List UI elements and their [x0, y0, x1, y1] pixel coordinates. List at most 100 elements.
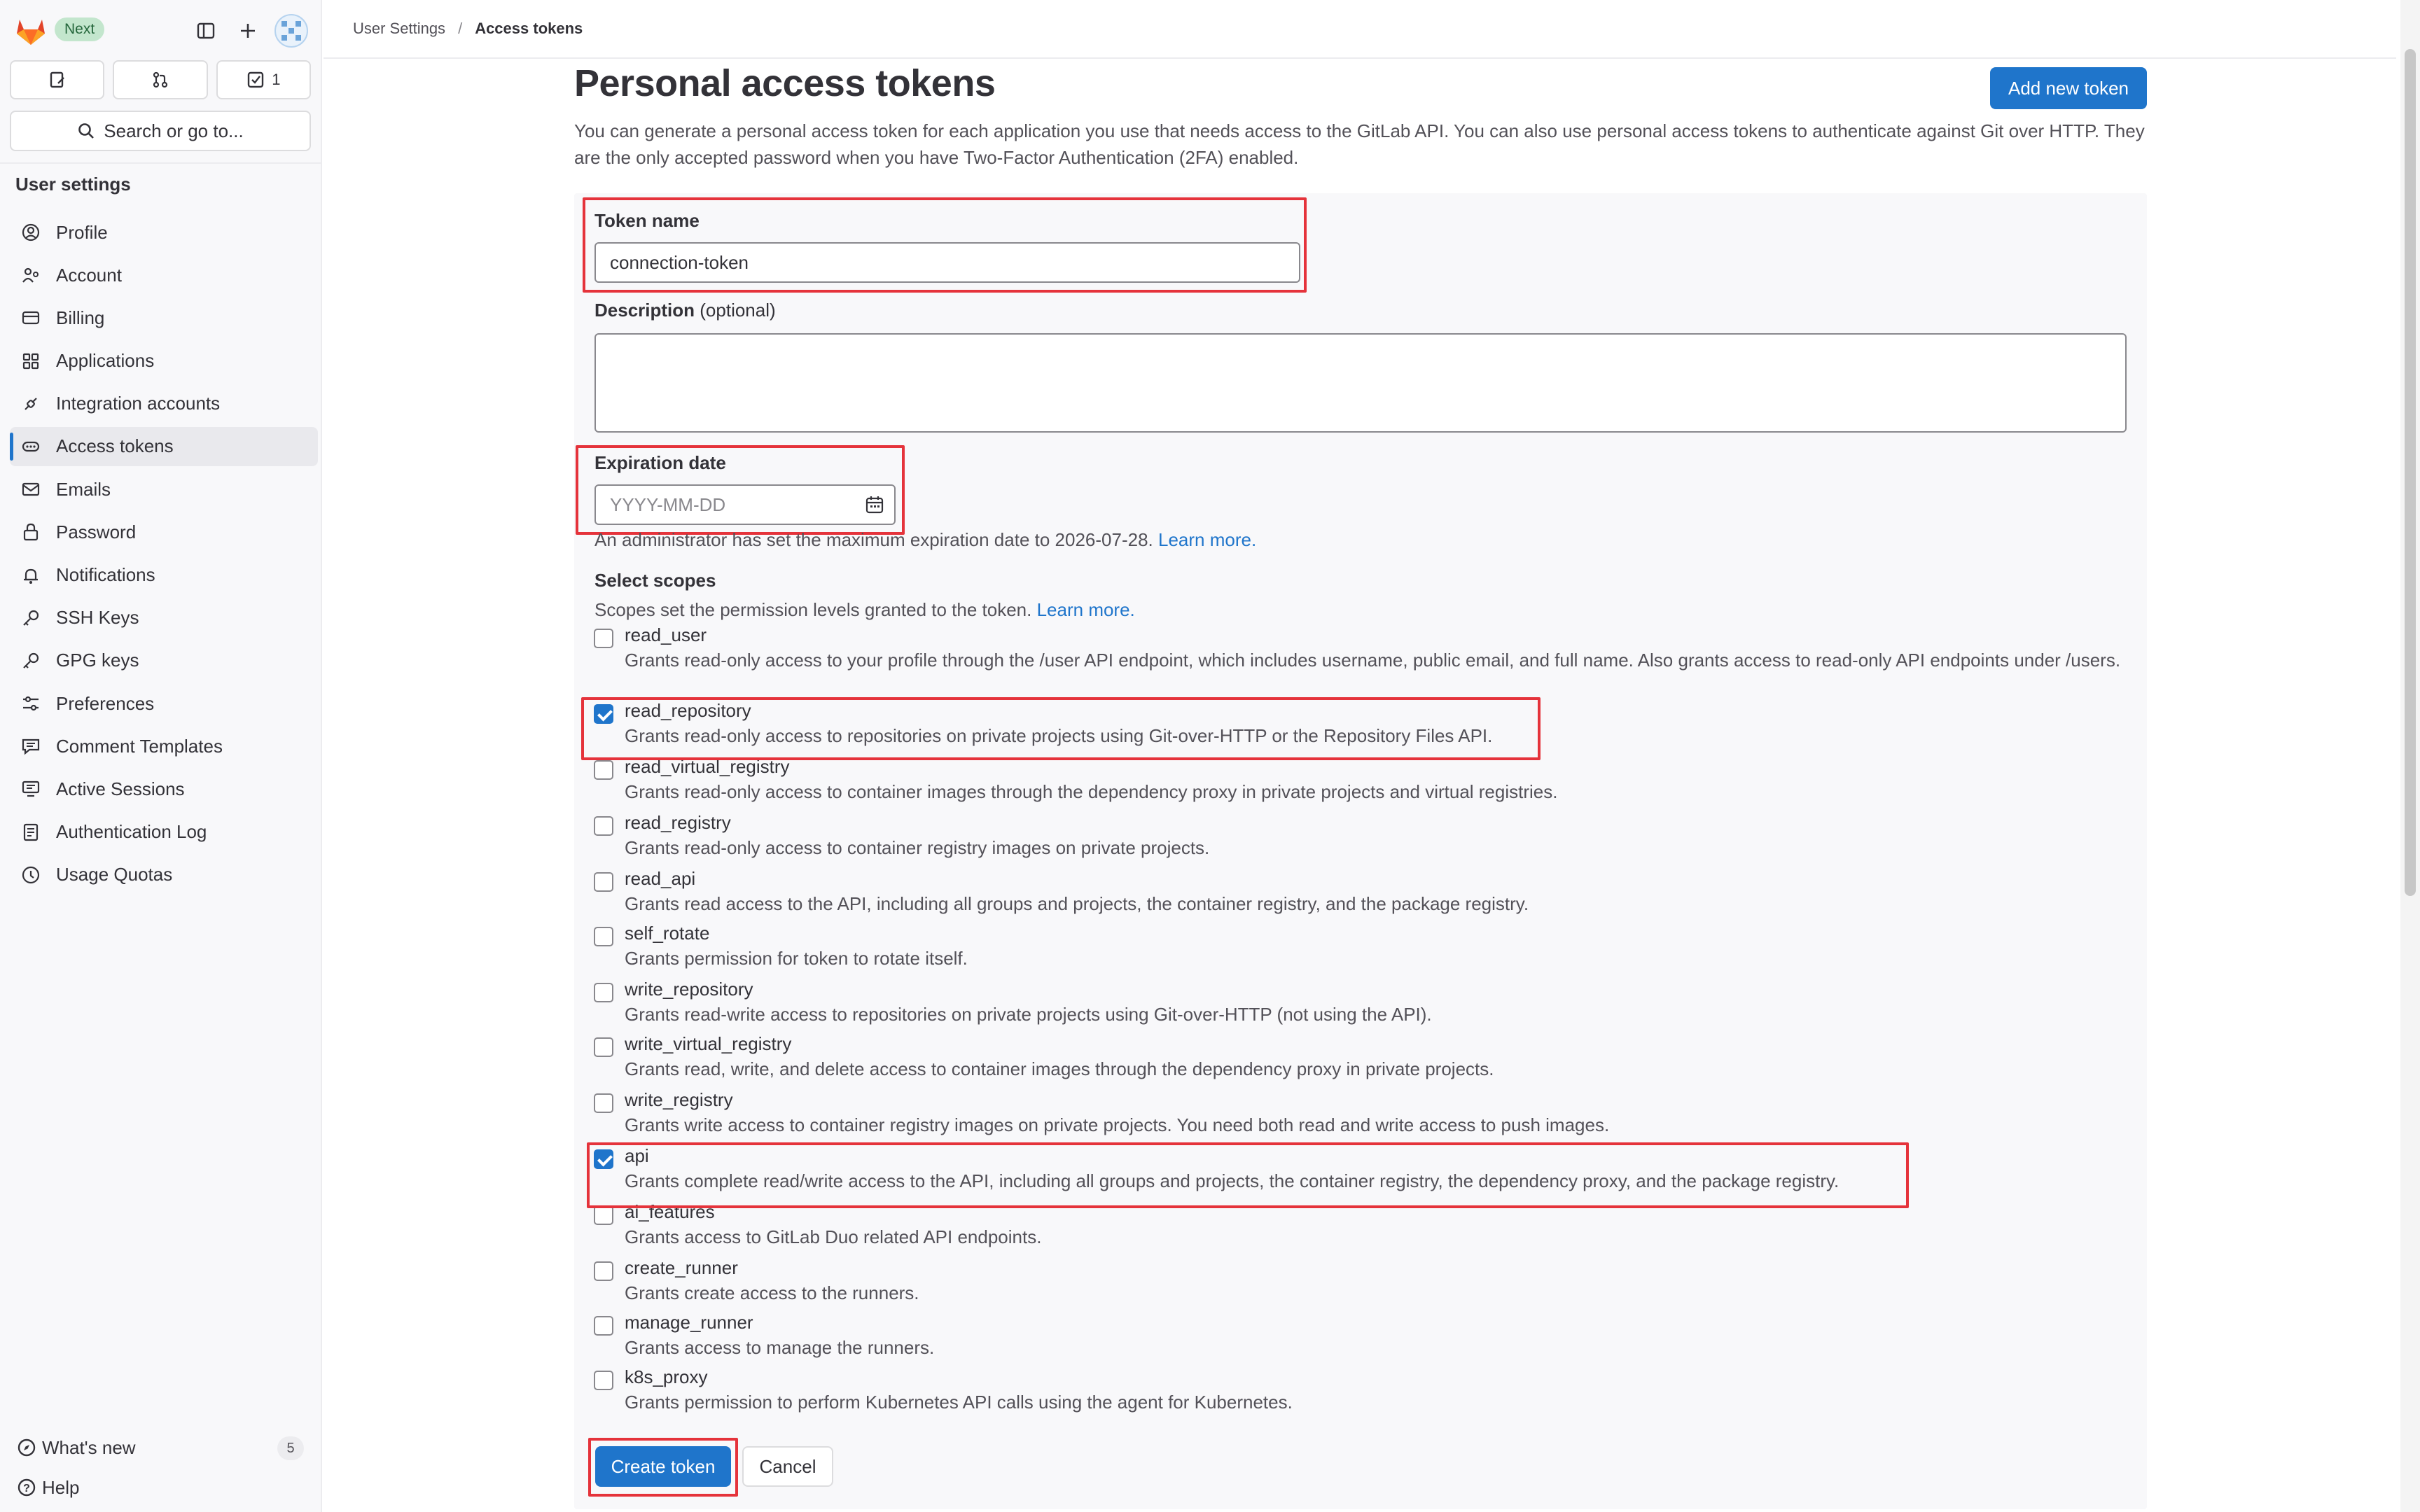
- search-icon: [78, 123, 95, 139]
- scope-description: Grants read access to the API, including…: [625, 893, 1529, 914]
- scope-name[interactable]: write_virtual_registry: [625, 1033, 791, 1055]
- scope-description: Grants complete read/write access to the…: [625, 1170, 1840, 1191]
- account-icon: [20, 264, 42, 286]
- scope-checkbox[interactable]: [594, 872, 613, 892]
- sidebar-item-gpg-keys[interactable]: GPG keys: [10, 641, 318, 680]
- page-description: You can generate a personal access token…: [574, 120, 2145, 168]
- comment-icon: [20, 735, 42, 757]
- scope-checkbox[interactable]: [594, 1261, 613, 1281]
- scope-name[interactable]: manage_runner: [625, 1312, 753, 1334]
- help-button[interactable]: ? Help: [17, 1474, 79, 1502]
- scope-name[interactable]: create_runner: [625, 1257, 738, 1279]
- svg-text:?: ?: [23, 1483, 30, 1494]
- sidebar-item-notifications[interactable]: Notifications: [10, 556, 318, 595]
- next-badge[interactable]: Next: [55, 18, 105, 41]
- sidebar-item-ssh-keys[interactable]: SSH Keys: [10, 598, 318, 638]
- breadcrumb-separator: /: [458, 20, 463, 37]
- sidebar-item-access-tokens[interactable]: Access tokens: [10, 426, 318, 466]
- quota-icon: [20, 864, 42, 886]
- sidebar-item-applications[interactable]: Applications: [10, 342, 318, 381]
- sidebar-item-account[interactable]: Account: [10, 255, 318, 295]
- search-button[interactable]: Search or go to...: [10, 111, 311, 151]
- integration-icon: [20, 393, 42, 415]
- scope-name[interactable]: read_user: [625, 624, 707, 646]
- whats-new-label: What's new: [42, 1436, 136, 1458]
- sidebar-item-active-sessions[interactable]: Active Sessions: [10, 769, 318, 808]
- scope-checkbox[interactable]: [594, 1149, 613, 1169]
- scope-checkbox[interactable]: [594, 704, 613, 724]
- scope-name[interactable]: read_registry: [625, 812, 731, 834]
- avatar[interactable]: [274, 14, 308, 48]
- scope-checkbox[interactable]: [594, 1205, 613, 1225]
- scope-name[interactable]: read_virtual_registry: [625, 756, 790, 778]
- description-optional: (optional): [700, 300, 776, 321]
- scrollbar-thumb[interactable]: [2405, 49, 2416, 896]
- scope-description: Grants read, write, and delete access to…: [625, 1058, 1494, 1079]
- sidebar-item-label: Integration accounts: [56, 393, 221, 414]
- description-input[interactable]: [594, 333, 2127, 433]
- sidebar-divider: [0, 162, 322, 164]
- whats-new-button[interactable]: What's new 5: [17, 1434, 304, 1462]
- scopes-learn-more-link[interactable]: Learn more.: [1037, 599, 1135, 620]
- plus-icon[interactable]: [234, 17, 262, 45]
- sidebar: Next 1 Search or go to... User settings …: [0, 0, 322, 1512]
- sidebar-toggle-icon[interactable]: [192, 17, 220, 45]
- scope-checkbox[interactable]: [594, 1093, 613, 1113]
- sidebar-item-label: Billing: [56, 307, 105, 328]
- scope-checkbox[interactable]: [594, 760, 613, 780]
- scope-name[interactable]: api: [625, 1145, 649, 1167]
- sidebar-item-billing[interactable]: Billing: [10, 298, 318, 337]
- expiration-learn-more-link[interactable]: Learn more.: [1158, 529, 1256, 550]
- scope-name[interactable]: read_api: [625, 868, 695, 890]
- scope-name[interactable]: self_rotate: [625, 923, 709, 944]
- scope-name[interactable]: read_repository: [625, 700, 751, 722]
- breadcrumb-current[interactable]: Access tokens: [475, 20, 583, 38]
- add-new-token-button[interactable]: Add new token: [1990, 67, 2147, 109]
- scope-name[interactable]: write_repository: [625, 979, 753, 1000]
- sidebar-item-password[interactable]: Password: [10, 512, 318, 552]
- scope-checkbox[interactable]: [594, 1037, 613, 1057]
- scopes-help-text: Scopes set the permission levels granted…: [594, 599, 1032, 620]
- scope-checkbox[interactable]: [594, 816, 613, 836]
- gitlab-logo[interactable]: [14, 15, 48, 46]
- merge-requests-button[interactable]: [113, 60, 208, 99]
- sidebar-section-title: User settings: [15, 174, 131, 195]
- sidebar-item-integration-accounts[interactable]: Integration accounts: [10, 384, 318, 424]
- sidebar-item-usage-quotas[interactable]: Usage Quotas: [10, 855, 318, 895]
- scope-description: Grants read-only access to repositories …: [625, 725, 1493, 746]
- issues-button[interactable]: [10, 60, 105, 99]
- sidebar-item-emails[interactable]: Emails: [10, 470, 318, 509]
- help-label: Help: [42, 1476, 80, 1498]
- sidebar-item-label: Account: [56, 264, 122, 286]
- sidebar-item-preferences[interactable]: Preferences: [10, 684, 318, 723]
- sidebar-item-comment-templates[interactable]: Comment Templates: [10, 727, 318, 766]
- scope-checkbox[interactable]: [594, 629, 613, 648]
- scope-name[interactable]: write_registry: [625, 1089, 733, 1111]
- scope-checkbox[interactable]: [594, 1371, 613, 1390]
- sidebar-item-authentication-log[interactable]: Authentication Log: [10, 813, 318, 852]
- create-token-button[interactable]: Create token: [595, 1446, 731, 1487]
- calendar-icon[interactable]: [865, 495, 884, 514]
- sidebar-item-label: Comment Templates: [56, 735, 223, 757]
- profile-icon: [20, 221, 42, 244]
- sidebar-item-label: Profile: [56, 221, 108, 243]
- scope-checkbox[interactable]: [594, 1316, 613, 1336]
- todos-button[interactable]: 1: [216, 60, 311, 99]
- sidebar-item-label: Usage Quotas: [56, 864, 173, 886]
- cancel-button[interactable]: Cancel: [742, 1446, 833, 1487]
- breadcrumb-parent[interactable]: User Settings: [353, 20, 445, 38]
- sidebar-item-profile[interactable]: Profile: [10, 213, 318, 252]
- scope-checkbox[interactable]: [594, 983, 613, 1002]
- sidebar-item-label: SSH Keys: [56, 607, 139, 629]
- expiration-date-input[interactable]: YYYY-MM-DD: [594, 484, 896, 525]
- token-name-input[interactable]: connection-token: [594, 242, 1300, 283]
- compass-icon: [18, 1438, 36, 1457]
- scope-name[interactable]: ai_features: [625, 1201, 715, 1223]
- monitor-icon: [20, 778, 42, 800]
- scope-checkbox[interactable]: [594, 927, 613, 946]
- expiration-help-text: An administrator has set the maximum exp…: [594, 529, 1153, 550]
- sidebar-item-label: Access tokens: [56, 435, 174, 457]
- expiration-date-label: Expiration date: [594, 452, 726, 473]
- scope-name[interactable]: k8s_proxy: [625, 1366, 708, 1388]
- quick-actions: 1: [10, 60, 311, 99]
